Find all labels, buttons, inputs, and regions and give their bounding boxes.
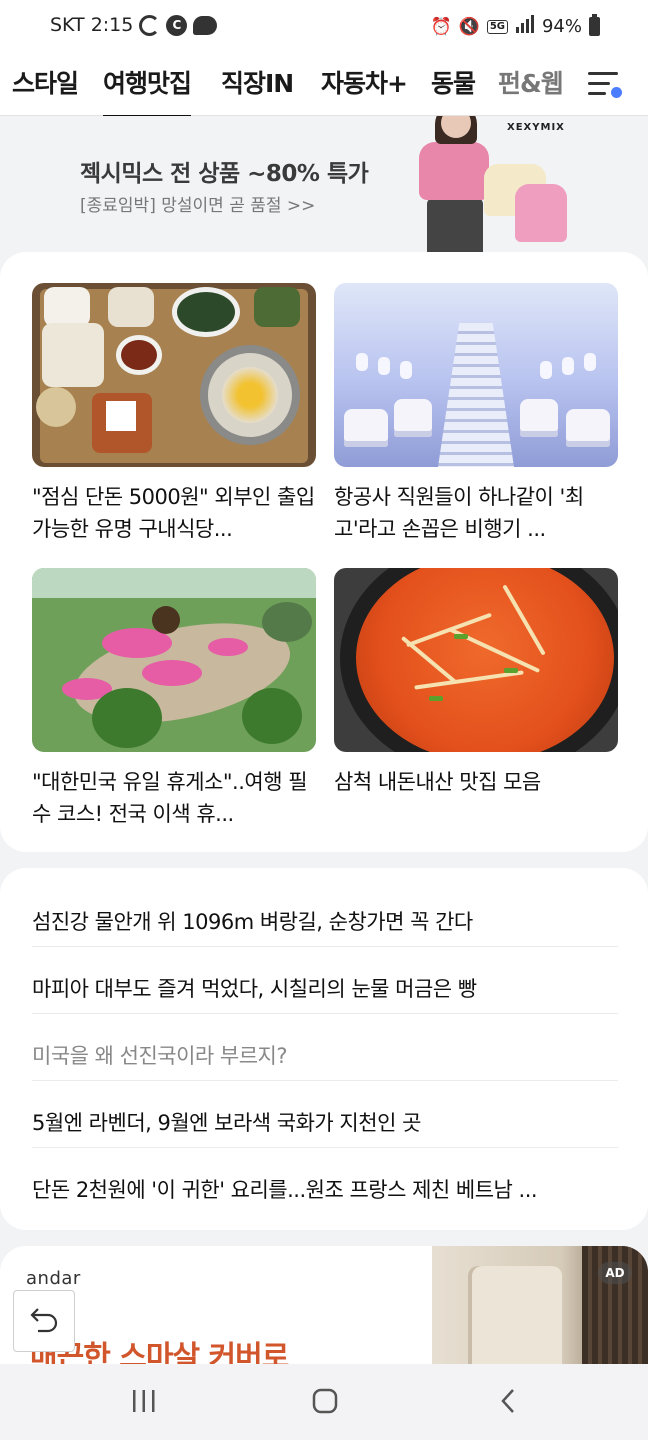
undo-arrow-icon (28, 1305, 60, 1337)
home-button[interactable] (305, 1386, 345, 1420)
article-title: "대한민국 유일 휴게소"..여행 필수 코스! 전국 이색 휴... (32, 770, 308, 826)
banner-shirt-image-2 (515, 184, 567, 242)
tab-animal[interactable]: 동물 (431, 64, 476, 100)
banner-brand-logo: XEXYMIX (507, 122, 565, 133)
tab-work[interactable]: 직장IN (221, 64, 294, 100)
signal-icon (515, 15, 535, 38)
article-thumbnail (32, 568, 316, 752)
chat-bubble-icon (193, 15, 218, 35)
article-thumbnail (334, 283, 618, 467)
home-icon (311, 1387, 339, 1419)
tab-fun-web[interactable]: 펀&웹 (498, 64, 564, 100)
list-item[interactable]: 섬진강 물안개 위 1096m 벼랑길, 순창가면 꼭 간다 (32, 880, 618, 947)
carrier-time: SKT 2:15 (50, 14, 134, 36)
tab-travel-food[interactable]: 여행맛집 (103, 64, 192, 118)
floating-back-button[interactable] (13, 1290, 75, 1352)
battery-percent: 94% (541, 16, 582, 37)
list-item[interactable]: 단돈 2천원에 '이 귀한' 요리를...원조 프랑스 제친 베트남 ... (32, 1148, 618, 1215)
article-card[interactable]: "점심 단돈 5000원" 외부인 출입 가능한 유명 구내식당... (32, 283, 316, 545)
mute-icon: 🔇 (458, 16, 480, 37)
banner-ad[interactable]: 젝시믹스 전 상품 ~80% 특가 [종료임박] 망설이면 곧 품절 >> XE… (0, 116, 648, 252)
back-chevron-icon (498, 1387, 518, 1419)
alarm-icon: ⏰ (430, 16, 452, 37)
article-title: 삼척 내돈내산 맛집 모음 (334, 770, 541, 794)
card-grid: "점심 단돈 5000원" 외부인 출입 가능한 유명 구내식당... 항공사 … (0, 252, 648, 852)
article-card[interactable]: "대한민국 유일 휴게소"..여행 필수 코스! 전국 이색 휴... (32, 568, 316, 830)
list-item[interactable]: 마피아 대부도 즐겨 먹었다, 시칠리의 눈물 머금은 빵 (32, 947, 618, 1014)
list-item[interactable]: 5월엔 라벤더, 9월엔 보라색 국화가 지천인 곳 (32, 1081, 618, 1148)
article-thumbnail (32, 283, 316, 467)
list-item[interactable]: 미국을 왜 선진국이라 부르지? (32, 1014, 618, 1081)
5g-icon: 5G (486, 19, 508, 34)
battery-icon (589, 14, 600, 36)
article-card[interactable]: 삼척 내돈내산 맛집 모음 (334, 568, 618, 830)
article-text-list: 섬진강 물안개 위 1096m 벼랑길, 순창가면 꼭 간다 마피아 대부도 즐… (0, 868, 648, 1230)
ad-badge: AD (598, 1262, 632, 1284)
bell-dot-icon (611, 87, 622, 98)
category-tab-bar: 스타일 여행맛집 직장IN 자동차+ 동물 펀&웹 (0, 56, 648, 118)
tab-style[interactable]: 스타일 (12, 64, 79, 100)
banner-subtitle: [종료임박] 망설이면 곧 품절 >> (80, 196, 316, 216)
system-nav-bar (0, 1364, 648, 1440)
c-icon: C (166, 14, 188, 36)
tab-car[interactable]: 자동차+ (321, 64, 408, 100)
google-icon (139, 14, 161, 36)
back-button[interactable] (488, 1386, 528, 1420)
status-right: ⏰ 🔇 5G 94% (430, 14, 600, 38)
tab-menu-button[interactable] (588, 70, 622, 98)
ad-brand: andar (26, 1268, 81, 1289)
banner-title: 젝시믹스 전 상품 ~80% 특가 (80, 161, 369, 187)
banner-model-image (405, 116, 495, 252)
article-thumbnail (334, 568, 618, 752)
recent-apps-button[interactable] (124, 1386, 164, 1420)
status-bar: SKT 2:15 C ⏰ 🔇 5G 94% (0, 0, 648, 56)
article-title: "점심 단돈 5000원" 외부인 출입 가능한 유명 구내식당... (32, 485, 315, 541)
status-left: SKT 2:15 C (50, 14, 218, 36)
recent-apps-icon (130, 1388, 158, 1418)
article-title: 항공사 직원들이 하나같이 '최고'라고 손꼽은 비행기 ... (334, 485, 584, 541)
article-card[interactable]: 항공사 직원들이 하나같이 '최고'라고 손꼽은 비행기 ... (334, 283, 618, 545)
